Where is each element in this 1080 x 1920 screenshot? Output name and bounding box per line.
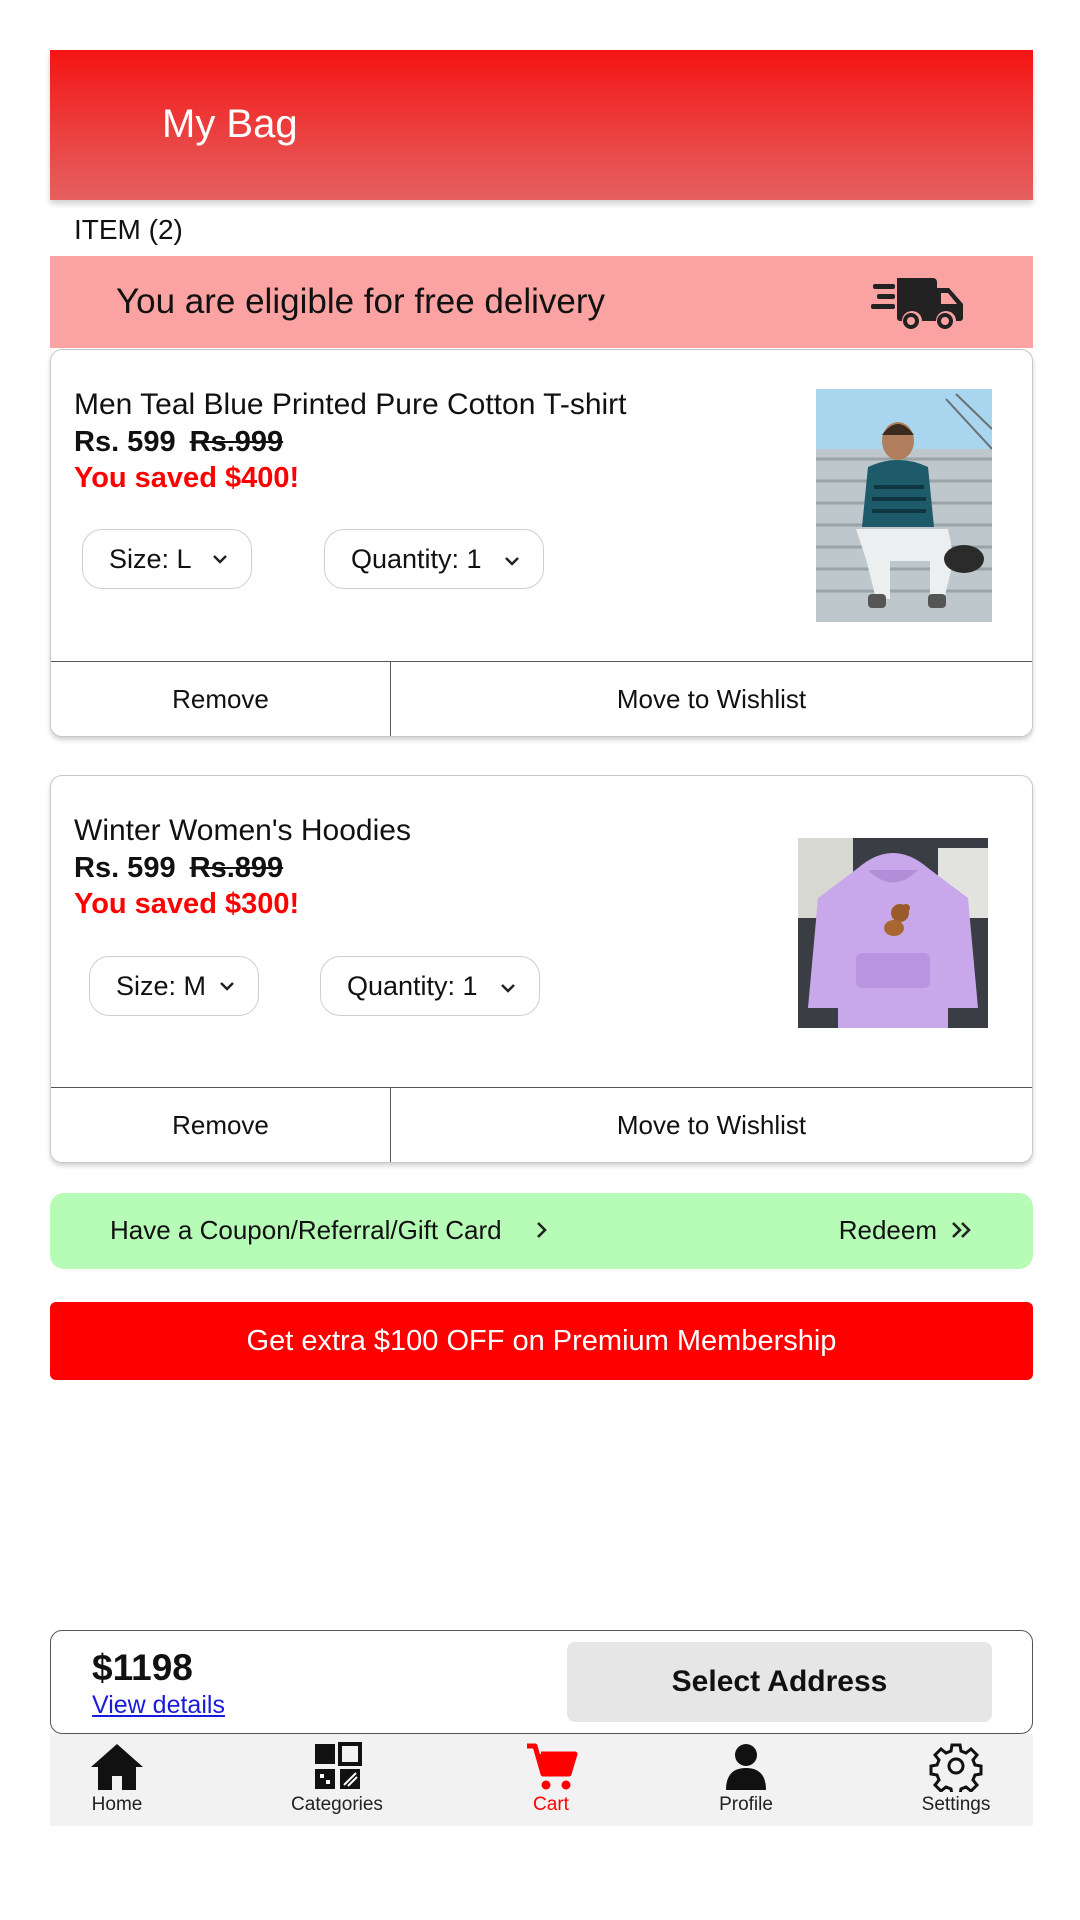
remove-button[interactable]: Remove [51,662,391,736]
move-to-wishlist-button[interactable]: Move to Wishlist [391,1088,1032,1162]
product-price: Rs. 599 Rs.899 [74,852,283,885]
chevron-down-icon [220,982,234,991]
product-name[interactable]: Men Teal Blue Printed Pure Cotton T-shir… [74,388,627,422]
nav-home[interactable]: Home [47,1734,187,1826]
nav-cart[interactable]: Cart [481,1734,621,1826]
chevron-down-icon [213,555,227,564]
product-photo-man-tshirt [816,389,992,622]
card-actions: Remove Move to Wishlist [51,1087,1032,1162]
quantity-dropdown[interactable]: Quantity: 1 [320,956,540,1016]
size-label: Size: M [116,970,207,1001]
checkout-bar: $1198 View details Select Address [50,1630,1033,1734]
coupon-banner[interactable]: Have a Coupon/Referral/Gift Card Redeem [50,1193,1033,1269]
app-header: My Bag [50,50,1033,200]
savings-text: You saved $300! [74,888,300,920]
nav-categories[interactable]: Categories [267,1734,407,1826]
quantity-dropdown[interactable]: Quantity: 1 [324,529,544,589]
remove-button[interactable]: Remove [51,1088,391,1162]
quantity-label: Quantity: 1 [347,970,478,1001]
nav-label: Cart [533,1794,569,1815]
free-delivery-text: You are eligible for free delivery [116,282,605,321]
size-label: Size: L [109,543,192,574]
select-address-button[interactable]: Select Address [567,1642,992,1722]
view-details-link[interactable]: View details [92,1691,225,1720]
quantity-label: Quantity: 1 [351,543,482,574]
cart-item-card: Winter Women's Hoodies Rs. 599 Rs.899 Yo… [50,775,1033,1163]
savings-text: You saved $400! [74,462,300,494]
item-count: ITEM (2) [74,214,183,245]
nav-label: Home [91,1794,143,1815]
page-title: My Bag [162,102,298,146]
card-actions: Remove Move to Wishlist [51,661,1032,736]
chevron-right-icon [537,1222,547,1238]
current-price: Rs. 599 [74,426,176,458]
truck-icon [871,278,963,329]
product-image[interactable] [816,389,992,622]
product-price: Rs. 599 Rs.999 [74,426,283,459]
product-name[interactable]: Winter Women's Hoodies [74,814,411,848]
categories-icon [315,1742,362,1789]
redeem-link[interactable]: Redeem [839,1215,937,1246]
chevron-down-icon [505,557,519,566]
bottom-navigation: Home Categories Cart Profile Settings [50,1734,1033,1826]
nav-profile[interactable]: Profile [676,1734,816,1826]
total-price: $1198 [92,1647,193,1688]
home-icon [91,1744,143,1790]
product-image[interactable] [798,838,988,1028]
move-to-wishlist-button[interactable]: Move to Wishlist [391,662,1032,736]
product-photo-purple-hoodie [798,838,988,1028]
original-price: Rs.899 [189,852,284,884]
nav-label: Categories [291,1794,383,1815]
original-price: Rs.999 [189,426,284,458]
nav-label: Settings [921,1794,991,1815]
double-chevron-right-icon [952,1222,971,1238]
premium-membership-button[interactable]: Get extra $100 OFF on Premium Membership [50,1302,1033,1380]
cart-item-card: Men Teal Blue Printed Pure Cotton T-shir… [50,349,1033,737]
nav-label: Profile [719,1794,773,1815]
size-dropdown[interactable]: Size: L [82,529,252,589]
settings-icon [929,1743,983,1792]
coupon-text: Have a Coupon/Referral/Gift Card [110,1215,502,1245]
nav-settings[interactable]: Settings [886,1734,1026,1826]
chevron-down-icon [501,984,515,993]
free-delivery-banner: You are eligible for free delivery [50,256,1033,348]
profile-icon [726,1744,766,1790]
size-dropdown[interactable]: Size: M [89,956,259,1016]
cart-icon [527,1743,578,1790]
current-price: Rs. 599 [74,852,176,884]
